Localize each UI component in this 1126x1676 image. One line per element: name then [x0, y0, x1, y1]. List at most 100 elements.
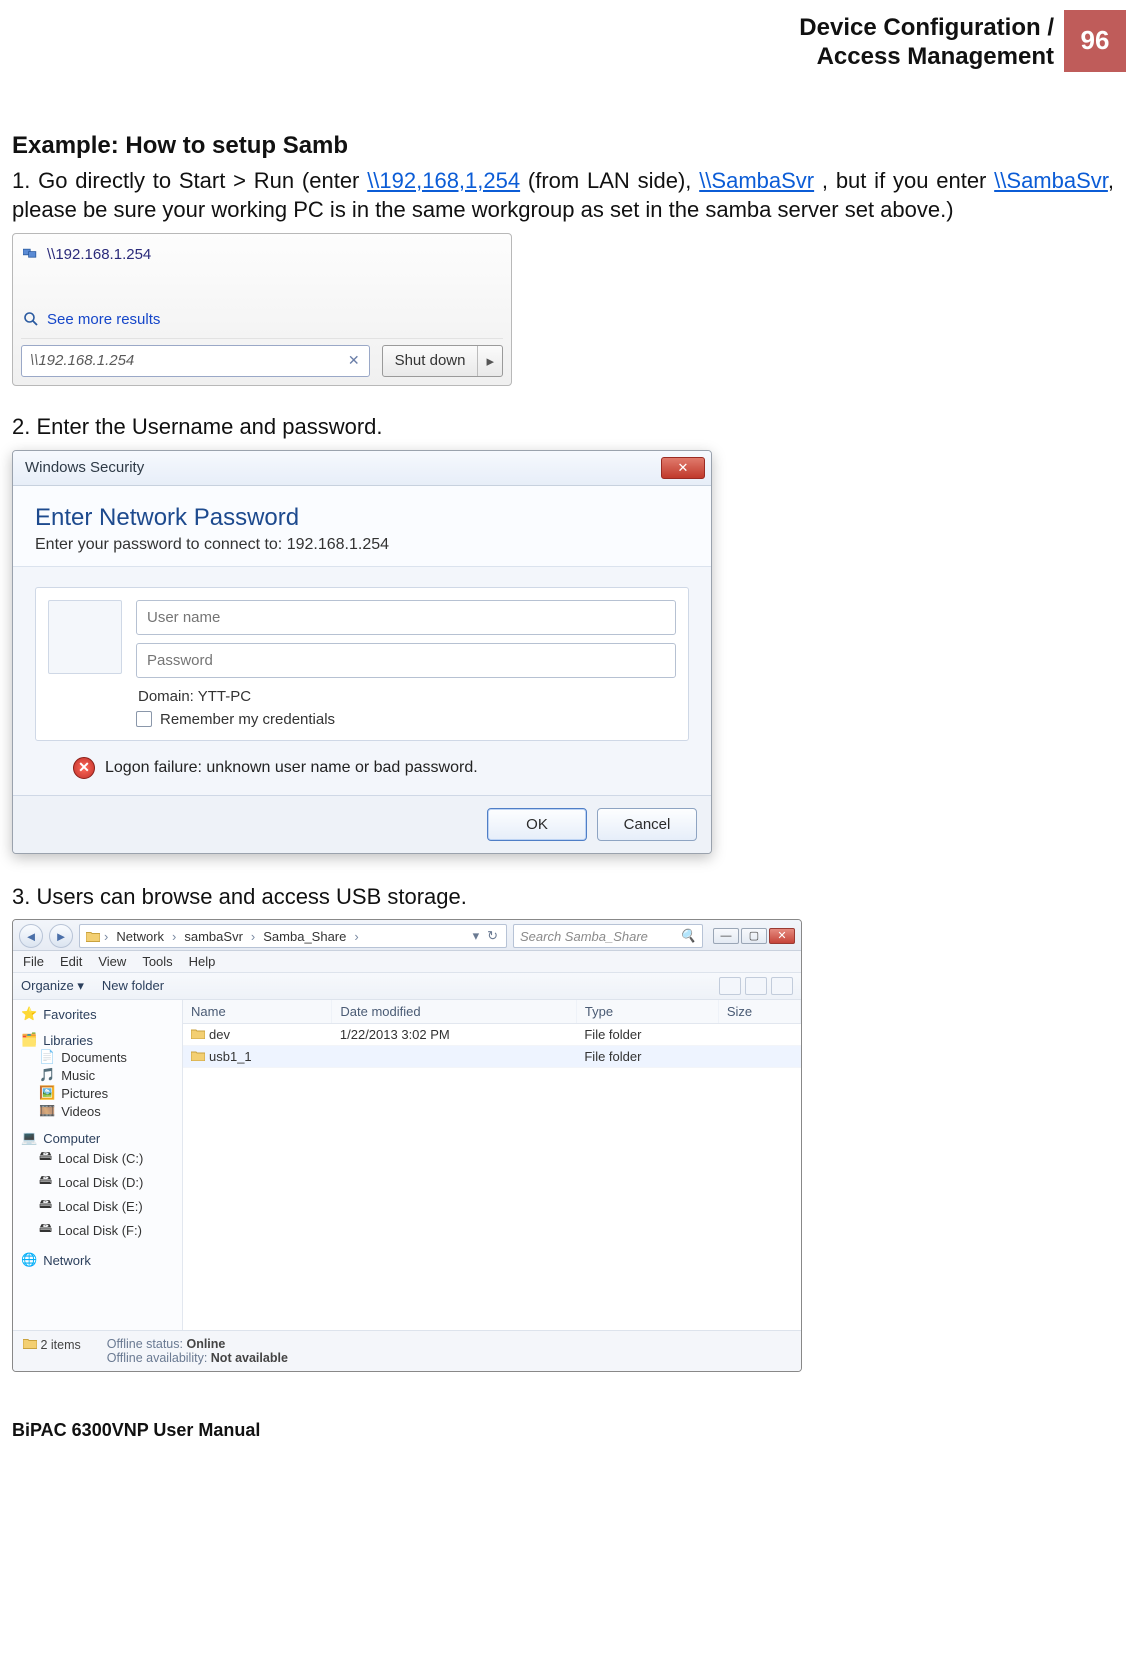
sidebar-item-pictures[interactable]: 🖼️Pictures — [21, 1084, 178, 1102]
clear-input-icon[interactable]: ✕ — [348, 352, 372, 369]
step1-mid2: , but if you enter — [814, 168, 994, 193]
menu-view[interactable]: View — [98, 954, 126, 969]
step-1-text: 1. Go directly to Start > Run (enter \\1… — [12, 166, 1114, 225]
pictures-icon: 🖼️ — [39, 1085, 55, 1101]
breadcrumb-dropdown-icon[interactable]: ▾ — [471, 928, 482, 944]
breadcrumb-network[interactable]: Network — [112, 929, 168, 944]
remember-label: Remember my credentials — [160, 711, 335, 728]
sidebar-favorites-label: Favorites — [43, 1007, 96, 1022]
remember-credentials[interactable]: Remember my credentials — [136, 711, 676, 728]
see-more-results[interactable]: See more results — [21, 307, 503, 332]
remember-checkbox[interactable] — [136, 711, 152, 727]
arrow-left-icon: ◄ — [25, 929, 38, 944]
password-field[interactable] — [136, 643, 676, 678]
videos-icon: 🎞️ — [39, 1103, 55, 1119]
sidebar-item-music[interactable]: 🎵Music — [21, 1066, 178, 1084]
file-name: usb1_1 — [209, 1049, 252, 1064]
sidebar-item-disk-d[interactable]: 🖴Local Disk (D:) — [21, 1170, 178, 1194]
sidebar-libraries[interactable]: 🗂️ Libraries — [21, 1032, 178, 1048]
link-sambasvr-1[interactable]: \\SambaSvr — [699, 168, 814, 193]
file-list: Name Date modified Type Size dev 1/22/20… — [183, 1000, 801, 1330]
domain-label: Domain: YTT-PC — [138, 688, 676, 705]
disk-icon: 🖴 — [39, 1219, 52, 1241]
see-more-results-label: See more results — [47, 311, 160, 328]
menu-edit[interactable]: Edit — [60, 954, 82, 969]
file-type: File folder — [576, 1024, 718, 1046]
help-button[interactable] — [771, 977, 793, 995]
step-2-text: 2. Enter the Username and password. — [12, 412, 1114, 442]
cancel-button[interactable]: Cancel — [597, 808, 697, 841]
magnifier-icon: 🔍 — [680, 928, 696, 944]
network-location-icon — [23, 246, 39, 262]
breadcrumb-samba-share[interactable]: Samba_Share — [259, 929, 350, 944]
sidebar-item-disk-f[interactable]: 🖴Local Disk (F:) — [21, 1218, 178, 1242]
ok-button[interactable]: OK — [487, 808, 587, 841]
sidebar-item-videos[interactable]: 🎞️Videos — [21, 1102, 178, 1120]
status-bar: 2 items Offline status: Online Offline a… — [13, 1330, 801, 1371]
folder-icon — [86, 930, 100, 942]
file-name: dev — [209, 1027, 230, 1042]
column-header-row: Name Date modified Type Size — [183, 1000, 801, 1024]
view-mode-button-1[interactable] — [719, 977, 741, 995]
maximize-button[interactable]: ▢ — [741, 928, 767, 944]
col-date[interactable]: Date modified — [332, 1000, 576, 1024]
col-name[interactable]: Name — [183, 1000, 332, 1024]
organize-button[interactable]: Organize ▾ — [21, 978, 84, 994]
table-row[interactable]: dev 1/22/2013 3:02 PM File folder — [183, 1024, 801, 1046]
nav-forward-button[interactable]: ► — [49, 924, 73, 948]
close-button[interactable]: ✕ — [661, 457, 705, 479]
status-offline-status-value: Online — [186, 1337, 225, 1351]
folder-icon — [23, 1337, 37, 1349]
sidebar-computer-label: Computer — [43, 1131, 100, 1146]
window-close-button[interactable]: ✕ — [769, 928, 795, 944]
folder-icon — [191, 1027, 205, 1038]
search-result-row[interactable]: \\192.168.1.254 — [21, 242, 503, 267]
table-row[interactable]: usb1_1 File folder — [183, 1046, 801, 1068]
disk-icon: 🖴 — [39, 1195, 52, 1217]
menu-tools[interactable]: Tools — [142, 954, 172, 969]
separator — [21, 338, 503, 339]
link-sambasvr-2[interactable]: \\SambaSvr — [994, 168, 1108, 193]
step1-prefix: 1. Go directly to Start > Run (enter — [12, 168, 367, 193]
new-folder-button[interactable]: New folder — [102, 978, 164, 994]
folder-icon — [191, 1049, 205, 1060]
explorer-search-input[interactable]: Search Samba_Share 🔍 — [513, 924, 703, 948]
file-date: 1/22/2013 3:02 PM — [332, 1024, 576, 1046]
file-size — [718, 1046, 800, 1068]
dialog-heading: Enter Network Password — [35, 504, 689, 532]
sidebar-computer[interactable]: 💻 Computer — [21, 1130, 178, 1146]
sidebar-item-documents[interactable]: 📄Documents — [21, 1048, 178, 1066]
sidebar-item-disk-c[interactable]: 🖴Local Disk (C:) — [21, 1146, 178, 1170]
sidebar-item-disk-e[interactable]: 🖴Local Disk (E:) — [21, 1194, 178, 1218]
shutdown-button[interactable]: Shut down ▸ — [382, 345, 503, 377]
shutdown-chevron-icon[interactable]: ▸ — [477, 346, 502, 376]
sidebar-favorites[interactable]: ⭐ Favorites — [21, 1006, 178, 1022]
minimize-button[interactable]: — — [713, 928, 739, 944]
menu-file[interactable]: File — [23, 954, 44, 969]
explorer-titlebar: ◄ ► › Network › sambaSvr › Samba_Share ›… — [13, 920, 801, 951]
username-field[interactable] — [136, 600, 676, 635]
figure-windows-security: Windows Security ✕ Enter Network Passwor… — [12, 450, 712, 854]
run-search-input[interactable] — [21, 345, 370, 377]
menu-help[interactable]: Help — [189, 954, 216, 969]
shutdown-label: Shut down — [383, 346, 478, 376]
figure-start-run: \\192.168.1.254 See more results ✕ Shut … — [12, 233, 512, 386]
sidebar-network[interactable]: 🌐 Network — [21, 1252, 178, 1268]
breadcrumb[interactable]: › Network › sambaSvr › Samba_Share › ▾ ↻ — [79, 924, 507, 948]
search-placeholder-text: Search Samba_Share — [520, 929, 648, 944]
chevron-right-icon: › — [172, 929, 176, 944]
col-size[interactable]: Size — [718, 1000, 800, 1024]
nav-back-button[interactable]: ◄ — [19, 924, 43, 948]
example-heading: Example: How to setup Samb — [12, 132, 1114, 160]
chevron-right-icon: › — [104, 929, 108, 944]
dialog-title: Windows Security — [25, 459, 144, 476]
toolbar: Organize ▾ New folder — [13, 973, 801, 1000]
col-type[interactable]: Type — [576, 1000, 718, 1024]
breadcrumb-refresh-icon[interactable]: ↻ — [485, 928, 500, 944]
view-mode-button-2[interactable] — [745, 977, 767, 995]
sidebar-libraries-label: Libraries — [43, 1033, 93, 1048]
link-ip[interactable]: \\192,168,1,254 — [367, 168, 520, 193]
file-type: File folder — [576, 1046, 718, 1068]
breadcrumb-sambasvr[interactable]: sambaSvr — [180, 929, 247, 944]
status-offline-avail-label: Offline availability: — [107, 1351, 208, 1365]
